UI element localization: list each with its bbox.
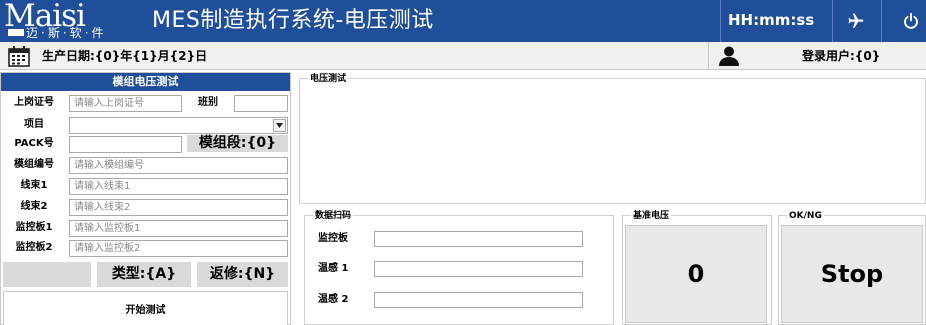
logo-subtitle: 迈·斯·软·件 [26,26,107,40]
ok-ng-value: Stop [781,225,923,323]
monitor-board-input[interactable] [374,231,583,247]
production-date: 生产日期:{0}年{1}月{2}日 [42,49,208,63]
reference-voltage-title: 基准电压 [631,210,672,222]
project-label: 项目 [24,119,44,130]
status-block [3,262,91,287]
reference-voltage-value: 0 [625,225,767,323]
harness2-label: 线束2 [20,201,48,212]
info-bar: 生产日期:{0}年{1}月{2}日 登录用户:{0} [0,42,926,70]
monitor2-input[interactable] [69,240,288,257]
monitor2-label: 监控板2 [15,242,53,253]
clock: HH:mm:ss [728,11,815,29]
app-header: Maisi 迈·斯·软·件 MES制造执行系统-电压测试 HH:mm:ss [0,0,926,42]
panel-title: 模组电压测试 [1,73,290,91]
login-user: 登录用户:{0} [802,49,881,63]
ok-ng-title: OK/NG [787,210,824,222]
calendar-icon [8,45,30,67]
data-scan-title: 数据扫码 [313,210,354,222]
voltage-test-title: 电压测试 [308,73,349,85]
temp1-label: 温感 1 [318,263,349,274]
module-segment: 模组段:{0} [187,135,288,152]
app-title: MES制造执行系统-电压测试 [152,8,434,33]
info-divider [708,42,709,70]
rework-label: 返修:{N} [197,262,288,287]
monitor1-label: 监控板1 [15,222,53,233]
header-divider [720,0,721,42]
harness2-input[interactable] [69,199,288,216]
post-cert-input[interactable] [69,95,182,112]
module-no-input[interactable] [69,157,288,174]
chevron-down-icon[interactable] [273,119,286,132]
harness1-label: 线束1 [20,180,48,191]
power-icon[interactable] [899,9,923,33]
temp2-label: 温感 2 [318,294,349,305]
module-no-label: 模组编号 [14,159,54,170]
project-select[interactable] [69,117,288,134]
monitor1-input[interactable] [69,220,288,237]
temp2-input[interactable] [374,292,583,308]
airplane-icon[interactable] [844,9,868,33]
header-divider [832,0,833,42]
temp1-input[interactable] [374,261,583,277]
voltage-test-group: 电压测试 [299,73,926,204]
monitor-board-label: 监控板 [318,233,348,244]
user-icon [718,45,740,67]
logo: Maisi 迈·斯·软·件 [4,0,128,40]
pack-label: PACK号 [14,138,54,149]
shift-input[interactable] [234,95,288,112]
shift-label: 班别 [198,97,218,108]
module-voltage-panel: 模组电压测试 上岗证号 班别 项目 PACK号 模组段:{0} 模组编号 线束1… [0,72,291,325]
start-test-button[interactable]: 开始测试 [3,291,288,325]
post-cert-label: 上岗证号 [14,97,54,108]
logo-bar [8,29,24,36]
harness1-input[interactable] [69,178,288,195]
pack-input[interactable] [69,136,182,153]
type-label: 类型:{A} [97,262,191,287]
header-divider [881,0,882,42]
